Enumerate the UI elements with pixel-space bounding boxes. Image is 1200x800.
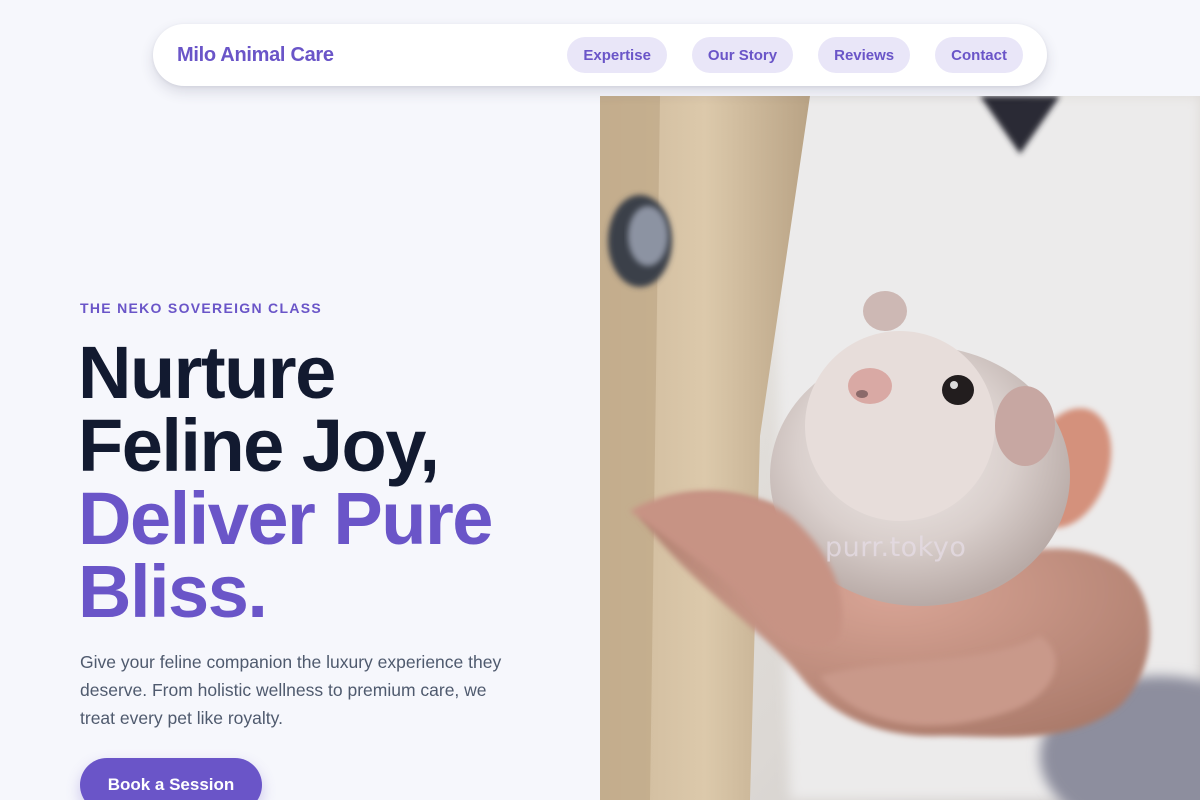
nav-link-our-story[interactable]: Our Story (691, 37, 794, 73)
hero-headline: Nurture Feline Joy, Deliver Pure Bliss. (78, 331, 598, 633)
hero-photo: purr.tokyo (600, 96, 1200, 800)
book-session-button[interactable]: Book a Session (80, 758, 262, 800)
top-navigation: Milo Animal Care Expertise Our Story Rev… (153, 24, 1047, 86)
headline-line-1: Nurture (78, 331, 336, 414)
photo-watermark: purr.tokyo (825, 532, 967, 563)
hero-eyebrow: THE NEKO SOVEREIGN CLASS (80, 300, 323, 316)
hero-description: Give your feline companion the luxury ex… (80, 652, 502, 728)
nav-link-contact[interactable]: Contact (935, 37, 1023, 73)
headline-line-4: Bliss. (78, 550, 268, 633)
headline-line-3: Deliver Pure (78, 477, 493, 560)
hamster-photo-illustration (600, 96, 1200, 800)
landing-page: Milo Animal Care Expertise Our Story Rev… (0, 0, 1200, 800)
headline-line-2: Feline Joy, (78, 404, 440, 487)
nav-links: Expertise Our Story Reviews Contact (567, 37, 1023, 73)
brand-logo[interactable]: Milo Animal Care (177, 44, 334, 67)
nav-link-reviews[interactable]: Reviews (818, 37, 911, 73)
nav-link-expertise[interactable]: Expertise (567, 37, 667, 73)
